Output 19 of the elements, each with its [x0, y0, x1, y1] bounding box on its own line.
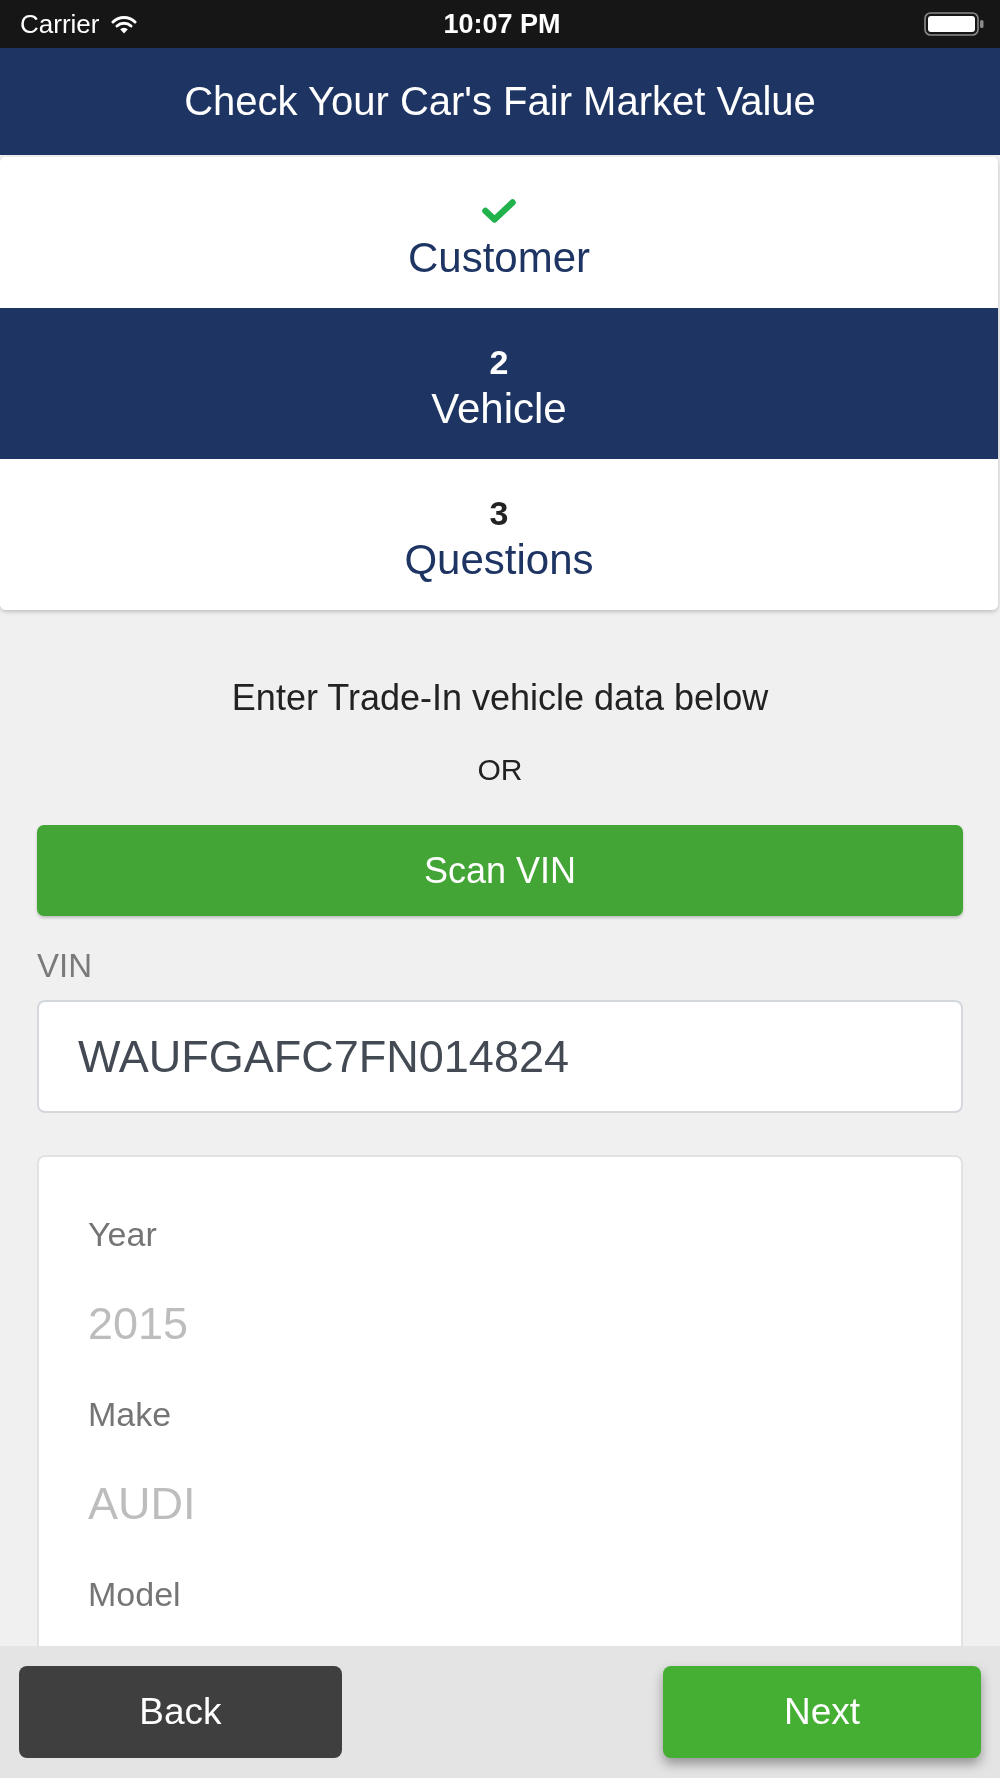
field-label: Model — [88, 1574, 181, 1614]
field-label: Year — [88, 1214, 157, 1254]
input-field[interactable]: 2015 — [88, 1299, 688, 1349]
check-icon — [481, 197, 517, 224]
wifi-icon — [111, 14, 138, 34]
battery-icon — [924, 12, 984, 36]
carrier-text: Carrier — [20, 8, 100, 40]
back-button[interactable]: Back — [19, 1666, 342, 1758]
separator-text: OR — [476, 752, 524, 788]
field-label: Make — [88, 1394, 172, 1434]
field-label: VIN — [37, 948, 93, 984]
input-field[interactable]: AUDI — [88, 1479, 688, 1529]
step-tab[interactable]: Customer — [0, 157, 998, 308]
step-tab[interactable]: 3 Questions — [0, 459, 998, 610]
clock-text: 10:07 PM — [443, 8, 561, 40]
step-tab[interactable]: 2 Vehicle — [0, 308, 998, 459]
page-title: Check Your Car's Fair Market Value — [184, 79, 816, 124]
instruction-text: Enter Trade-In vehicle data below — [230, 678, 770, 718]
vin-field[interactable]: WAUFGAFC7FN014824 — [37, 1000, 963, 1113]
